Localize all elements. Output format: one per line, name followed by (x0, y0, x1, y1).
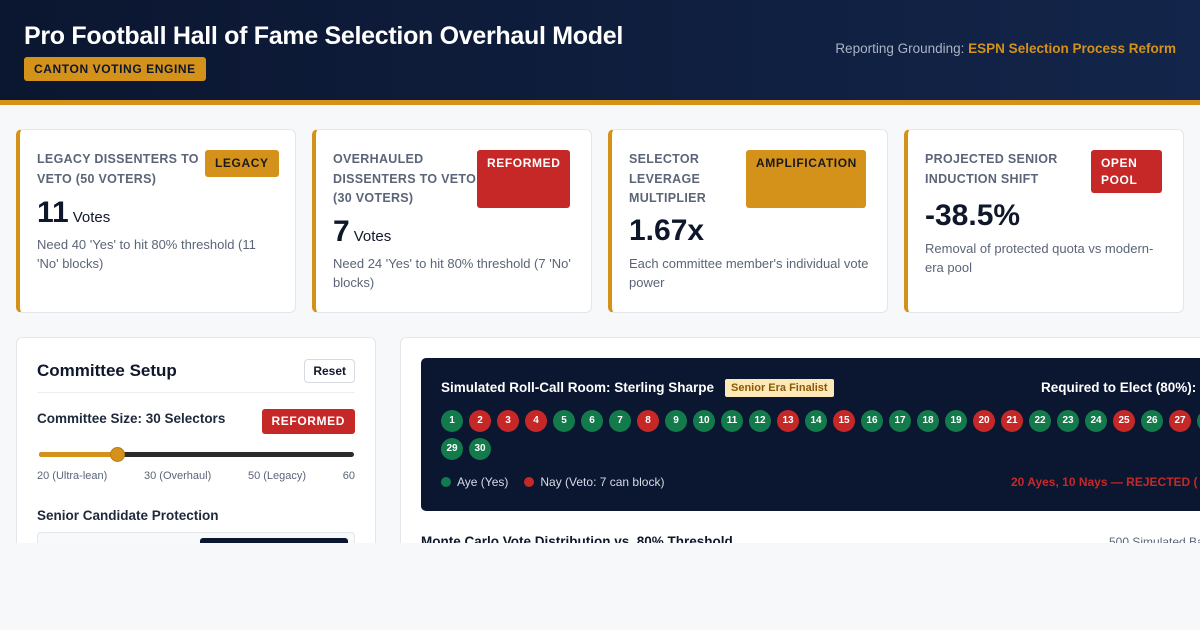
kpi-unit: Votes (72, 209, 111, 226)
slider-tick: 20 (Ultra-lean) (37, 470, 108, 482)
setup-title: Committee Setup (37, 361, 177, 380)
kpi-number: 11 (37, 196, 69, 229)
seat-17[interactable]: 17 (889, 410, 911, 432)
legend-aye-label: Aye (Yes) (457, 475, 509, 489)
seat-27[interactable]: 27 (1169, 410, 1191, 432)
required-to-elect: Required to Elect (80%): (1041, 380, 1197, 395)
seat-5[interactable]: 5 (553, 410, 575, 432)
kpi-card-reformed: OVERHAULED DISSENTERS TO VETO (30 VOTERS… (312, 129, 592, 313)
kpi-card-senior-shift: PROJECTED SENIOR INDUCTION SHIFT OPEN PO… (904, 129, 1184, 313)
seat-30[interactable]: 30 (469, 438, 491, 460)
protection-label: Senior Candidate Protection (37, 508, 219, 523)
seat-7[interactable]: 7 (609, 410, 631, 432)
aye-dot-icon (441, 477, 451, 487)
seat-16[interactable]: 16 (861, 410, 883, 432)
seat-3[interactable]: 3 (497, 410, 519, 432)
seat-20[interactable]: 20 (973, 410, 995, 432)
kpi-tag: AMPLIFICATION (746, 150, 866, 208)
seat-14[interactable]: 14 (805, 410, 827, 432)
kpi-value: -38.5% (925, 199, 1020, 233)
slider-thumb[interactable] (110, 447, 126, 462)
seat-4[interactable]: 4 (525, 410, 547, 432)
seat-22[interactable]: 22 (1029, 410, 1051, 432)
engine-badge: CANTON VOTING ENGINE (24, 57, 206, 81)
roll-call-title: Simulated Roll-Call Room: Sterling Sharp… (441, 380, 715, 395)
seat-11[interactable]: 11 (721, 410, 743, 432)
seat-24[interactable]: 24 (1085, 410, 1107, 432)
seat-18[interactable]: 18 (917, 410, 939, 432)
seat-23[interactable]: 23 (1057, 410, 1079, 432)
kpi-tag: LEGACY (205, 150, 279, 177)
kpi-label: SELECTOR LEVERAGE MULTIPLIER (629, 152, 707, 205)
seat-6[interactable]: 6 (581, 410, 603, 432)
source-line: Reporting Grounding: ESPN Selection Proc… (835, 41, 1176, 56)
seat-26[interactable]: 26 (1141, 410, 1163, 432)
source-name: ESPN Selection Process Reform (968, 41, 1176, 56)
seat-19[interactable]: 19 (945, 410, 967, 432)
seat-25[interactable]: 25 (1113, 410, 1135, 432)
kpi-tag: OPEN POOL (1091, 150, 1162, 193)
slider-ticks: 20 (Ultra-lean) 30 (Overhaul) 50 (Legacy… (37, 470, 355, 482)
seat-29[interactable]: 29 (441, 438, 463, 460)
seat-2[interactable]: 2 (469, 410, 491, 432)
kpi-note: Each committee member's individual vote … (629, 256, 869, 290)
nay-dot-icon (524, 477, 535, 487)
seat-15[interactable]: 15 (833, 410, 855, 432)
app-header: Pro Football Hall of Fame Selection Over… (0, 0, 1200, 105)
committee-size-tag: REFORMED (261, 409, 355, 434)
kpi-note: Need 24 'Yes' to hit 80% threshold (7 'N… (333, 256, 571, 290)
kpi-value: 1.67x (629, 214, 704, 248)
page-title: Pro Football Hall of Fame Selection Over… (24, 22, 623, 50)
vote-result: 20 Ayes, 10 Nays — REJECTED ( (1011, 475, 1198, 489)
committee-size-label: Committee Size: 30 Selectors (37, 411, 226, 426)
finalist-badge: Senior Era Finalist (725, 379, 834, 397)
seat-12[interactable]: 12 (749, 410, 771, 432)
kpi-value: 11 Votes (37, 196, 110, 230)
kpi-tag: REFORMED (477, 150, 570, 208)
kpi-number: 1.67x (629, 214, 705, 247)
kpi-value: 7 Votes (333, 215, 391, 249)
legend-aye: Aye (Yes) (441, 475, 508, 489)
slider-fill (39, 452, 118, 457)
slider-tick: 50 (Legacy) (247, 470, 307, 482)
reset-button[interactable]: Reset (304, 359, 355, 383)
seat-13[interactable]: 13 (777, 410, 799, 432)
kpi-note: Need 40 'Yes' to hit 80% threshold (11 '… (37, 237, 256, 271)
committee-size-slider[interactable] (39, 447, 354, 462)
kpi-number: 7 (333, 215, 350, 248)
kpi-label: LEGACY DISSENTERS TO VETO (50 VOTERS) (37, 152, 199, 186)
seat-10[interactable]: 10 (693, 410, 715, 432)
seat-21[interactable]: 21 (1001, 410, 1023, 432)
kpi-number: -38.5% (925, 199, 1021, 232)
vote-legend: Aye (Yes) Nay (Veto: 7 can block) (441, 475, 680, 489)
kpi-card-legacy: LEGACY DISSENTERS TO VETO (50 VOTERS) LE… (16, 129, 296, 313)
simulation-panel: Simulated Roll-Call Room: Sterling Sharp… (400, 337, 1200, 567)
kpi-label: OVERHAULED DISSENTERS TO VETO (30 VOTERS… (333, 152, 477, 205)
roll-call-room: Simulated Roll-Call Room: Sterling Sharp… (421, 358, 1200, 511)
kpi-card-leverage: SELECTOR LEVERAGE MULTIPLIER AMPLIFICATI… (608, 129, 888, 313)
setup-divider (37, 392, 355, 393)
seat-8[interactable]: 8 (637, 410, 659, 432)
slider-tick: 30 (Overhaul) (144, 470, 212, 482)
committee-setup-panel: Committee Setup Reset Committee Size: 30… (16, 337, 376, 572)
kpi-unit: Votes (353, 228, 392, 245)
seat-1[interactable]: 1 (441, 410, 463, 432)
seat-grid: 1 2 3 4 5 6 7 8 9 10 11 12 13 14 15 16 17 18 19 20 21 22 23 24 2… (441, 410, 1200, 466)
page-background (0, 543, 1200, 630)
source-label: Reporting Grounding: (835, 41, 965, 56)
kpi-note: Removal of protected quota vs modern-era… (925, 241, 1154, 275)
legend-nay-label: Nay (Veto: 7 can block) (540, 475, 665, 489)
legend-nay: Nay (Veto: 7 can block) (524, 475, 664, 489)
slider-tick: 60 (342, 470, 355, 482)
kpi-label: PROJECTED SENIOR INDUCTION SHIFT (925, 152, 1058, 186)
seat-9[interactable]: 9 (665, 410, 687, 432)
